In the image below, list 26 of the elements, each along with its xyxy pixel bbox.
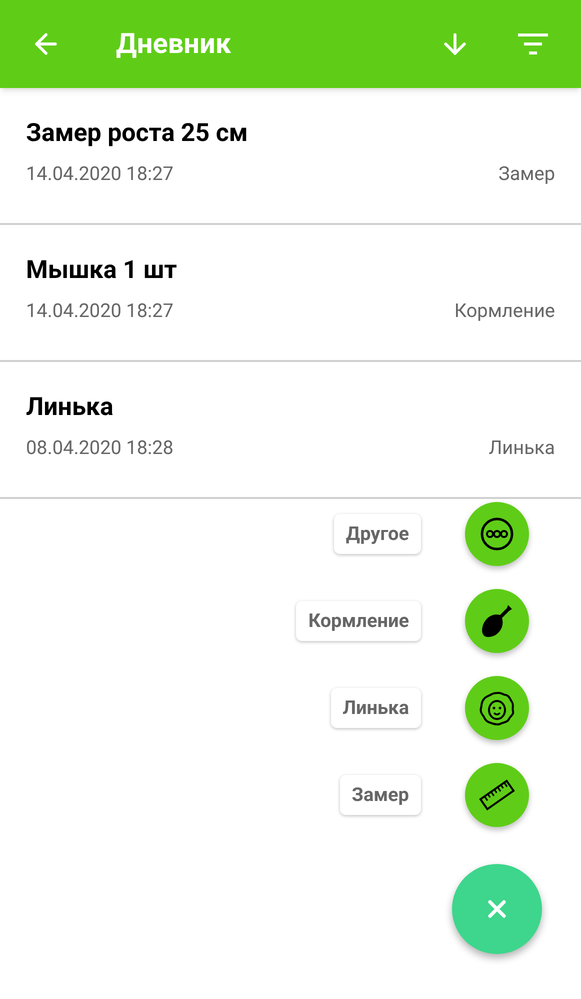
entry-date: 14.04.2020 18:27 xyxy=(26,298,174,324)
drumstick-icon xyxy=(480,603,514,639)
ruler-icon xyxy=(479,777,515,813)
action-button[interactable] xyxy=(465,502,529,566)
more-icon xyxy=(480,517,514,551)
app-title: Дневник xyxy=(116,26,232,62)
diary-entry[interactable]: Линька 08.04.2020 18:28 Линька xyxy=(0,362,581,499)
action-button[interactable] xyxy=(465,763,529,827)
entry-category: Замер xyxy=(498,161,555,187)
action-label: Замер xyxy=(340,774,421,816)
diary-entry[interactable]: Мышка 1 шт 14.04.2020 18:27 Кормление xyxy=(0,225,581,362)
action-label: Кормление xyxy=(296,600,421,642)
entry-title: Замер роста 25 см xyxy=(26,118,249,150)
action-button[interactable] xyxy=(465,676,529,740)
action-label: Другое xyxy=(334,514,421,554)
action-button[interactable] xyxy=(465,589,529,653)
filter-icon xyxy=(518,33,548,55)
action-label: Линька xyxy=(330,688,421,728)
entry-date: 08.04.2020 18:28 xyxy=(26,435,174,461)
sheep-icon xyxy=(479,690,515,726)
entry-category: Линька xyxy=(488,435,555,461)
entry-title: Мышка 1 шт xyxy=(26,255,178,287)
diary-entry[interactable]: Замер роста 25 см 14.04.2020 18:27 Замер xyxy=(0,88,581,225)
entry-category: Кормление xyxy=(454,298,555,324)
entry-title: Линька xyxy=(26,392,114,424)
entry-date: 14.04.2020 18:27 xyxy=(26,161,174,187)
